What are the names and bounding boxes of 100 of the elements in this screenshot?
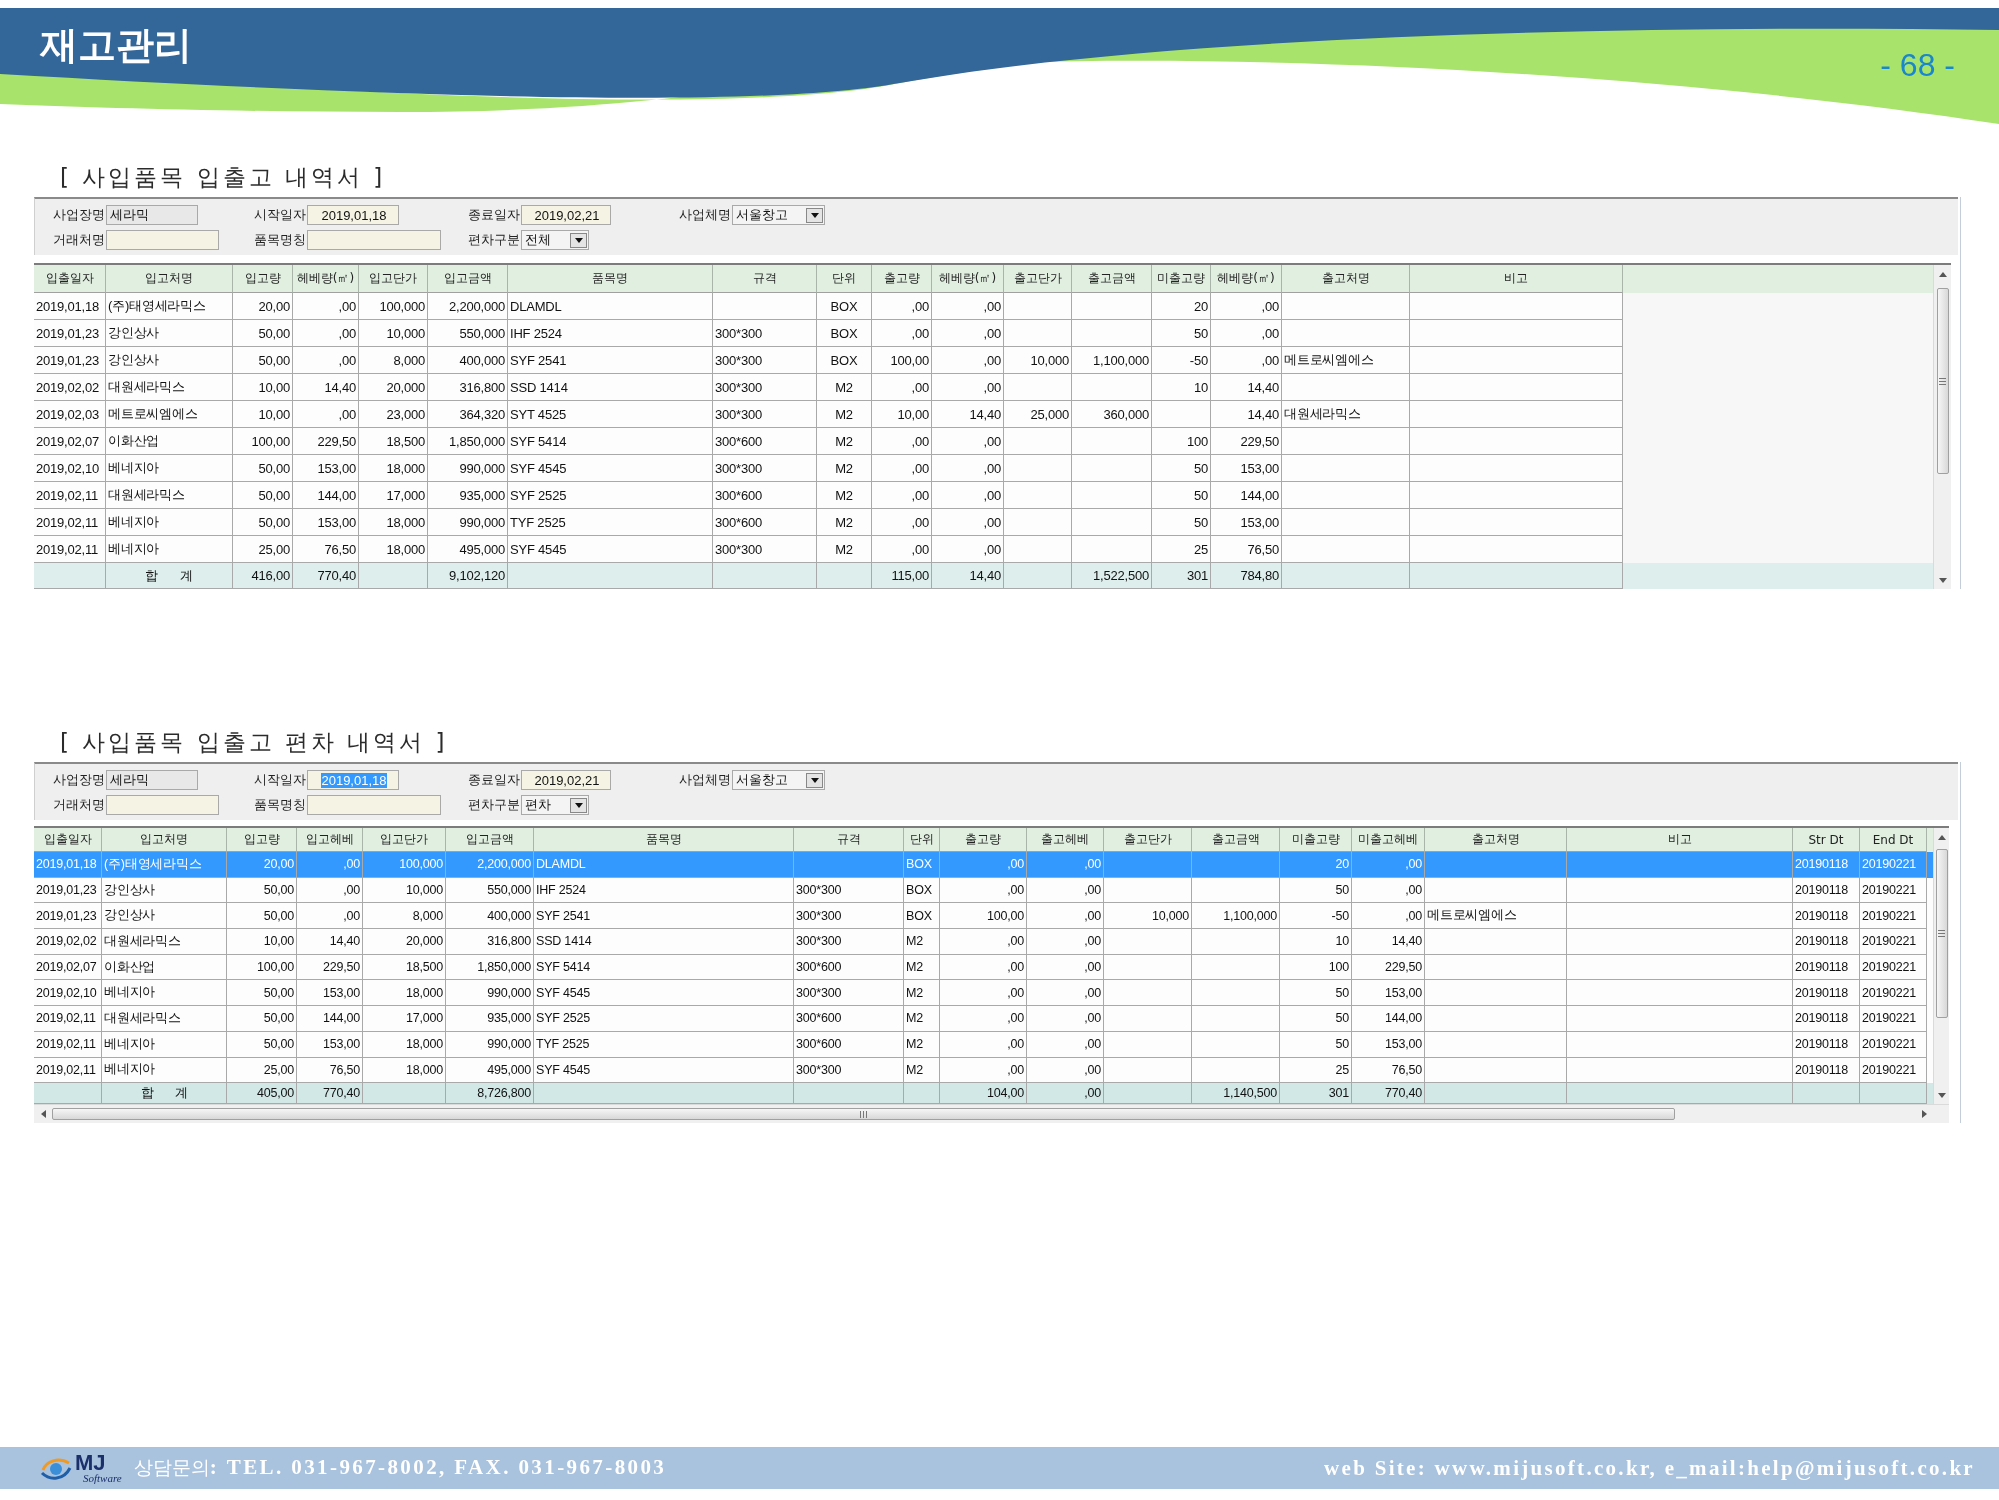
table-cell: 대원세라믹스 (102, 1006, 227, 1032)
table-cell: ,00 (940, 929, 1027, 955)
text-field[interactable] (307, 795, 441, 815)
table-cell: 20 (1280, 852, 1352, 878)
table-row[interactable]: 2019,01,18 (주)태영세라믹스 20,00 ,00 100,000 2,200,000 DLAMDL BOX ,00 ,00 20 ,00 (34, 293, 1933, 320)
table-cell: M2 (904, 929, 940, 955)
dropdown-button[interactable] (806, 207, 823, 223)
page-title: 재고관리 (40, 22, 192, 68)
table-cell: 20190221 (1860, 1006, 1927, 1032)
filter-label: 사업체명 (679, 206, 731, 224)
table-cell: SSD 1414 (534, 929, 794, 955)
table-cell: 2019,02,11 (34, 1031, 102, 1058)
table-cell: 1,522,500 (1072, 563, 1152, 589)
table-cell: 2019,01,18 (34, 852, 102, 878)
table-cell: 20190118 (1793, 852, 1860, 878)
dropdown-button[interactable] (806, 772, 823, 788)
table-cell: 300*600 (794, 1006, 904, 1032)
table-cell: 2,200,000 (446, 852, 534, 878)
table-cell: ,00 (940, 1006, 1027, 1032)
table-cell: 베네지아 (102, 1031, 227, 1058)
table-cell: 20190221 (1860, 852, 1927, 878)
text-field[interactable] (307, 230, 441, 250)
right-arrow-icon[interactable] (1921, 1110, 1927, 1119)
table-cell: 18,000 (363, 1031, 446, 1058)
table-cell: 416,00 (233, 563, 293, 589)
date-field[interactable]: 2019,01,18 (307, 205, 399, 225)
table-cell: ,00 (297, 852, 363, 878)
table-cell: 20,000 (363, 929, 446, 955)
select-field[interactable]: 서울창고 (732, 205, 825, 225)
filter-label: 편차구분 (468, 796, 520, 814)
table-cell: 153,00 (1352, 1031, 1425, 1058)
section-title: [ 사입품목 입출고 내역서 ] (60, 163, 386, 191)
date-field[interactable]: 2019,02,21 (521, 770, 611, 790)
horizontal-scrollbar[interactable] (34, 1104, 1949, 1124)
table-row[interactable]: 2019,01,23 강인상사 50,00 ,00 10,000 550,000 IHF 2524 300*300 BOX ,00 ,00 50 ,00 (34, 320, 1933, 347)
select-field[interactable]: 서울창고 (732, 770, 825, 790)
date-field[interactable]: 2019,02,21 (521, 205, 611, 225)
table-cell: 300*300 (794, 929, 904, 955)
up-arrow-icon[interactable] (1937, 834, 1946, 840)
table-row[interactable]: 2019,02,03 메트로씨엠에스 10,00 ,00 23,000 364,320 SYT 4525 300*300 M2 10,00 14,40 25,000 360,000 14,40 대원세라믹스 (34, 401, 1933, 428)
filter-label: 시작일자 (254, 771, 306, 789)
table-cell: ,00 (1027, 1006, 1104, 1032)
filter-label: 종료일자 (468, 771, 520, 789)
table-cell: 14,40 (297, 929, 363, 955)
grip-icon (1939, 377, 1946, 385)
down-arrow-icon[interactable] (1938, 577, 1947, 583)
caret-down-icon (810, 777, 819, 783)
table-cell: 10 (1280, 929, 1352, 955)
table-row[interactable]: 2019,02,10 베네지아 50,00 153,00 18,000 990,000 SYF 4545 300*300 M2 ,00 ,00 50 153,00 (34, 455, 1933, 482)
table-row[interactable]: 2019,02,11 대원세라믹스 50,00 144,00 17,000 935,000 SYF 2525 300*600 M2 ,00 ,00 50 144,00 (34, 482, 1933, 509)
select-field[interactable]: 전체 (521, 230, 589, 250)
filter-label: 시작일자 (254, 206, 306, 224)
text-field[interactable] (106, 795, 219, 815)
table-cell: SYF 2525 (534, 1006, 794, 1032)
table-cell: 300*600 (794, 1031, 904, 1058)
logo-subtitle: Software (83, 1472, 122, 1484)
select-field[interactable]: 편차 (521, 795, 589, 815)
dropdown-button[interactable] (570, 232, 587, 248)
scrollbar-thumb[interactable] (1936, 288, 1949, 474)
table-cell: 20190118 (1793, 1031, 1860, 1058)
table-row[interactable]: 2019,02,07 이화산업 100,00 229,50 18,500 1,850,000 SYF 5414 300*600 M2 ,00 ,00 100 229,50 (34, 428, 1933, 455)
table-row[interactable]: 2019,02,02 대원세라믹스 10,00 14,40 20,000 316,800 SSD 1414 300*300 M2 ,00 ,00 10 14,40 (34, 374, 1933, 401)
table-cell: M2 (904, 1006, 940, 1032)
vertical-scrollbar[interactable] (1933, 828, 1949, 1105)
table-row[interactable]: 2019,02,11 베네지아 25,00 76,50 18,000 495,000 SYF 4545 300*300 M2 ,00 ,00 25 76,50 (34, 536, 1933, 563)
table-cell: 20,00 (227, 852, 297, 878)
table-cell: 316,800 (446, 929, 534, 955)
table-cell: ,00 (1027, 929, 1104, 955)
table-cell: 144,00 (297, 1006, 363, 1032)
table-cell: DLAMDL (534, 852, 794, 878)
filter-label: 사업장명 (53, 771, 105, 789)
table-cell: 14,40 (932, 563, 1004, 589)
contact-text: 상담문의: TEL. 031-967-8002, FAX. 031-967-8003 (133, 1455, 667, 1481)
dropdown-button[interactable] (570, 797, 587, 813)
left-arrow-icon[interactable] (40, 1110, 46, 1119)
filter-label: 거래처명 (53, 231, 105, 249)
vertical-scrollbar[interactable] (1933, 265, 1951, 589)
table-cell: ,00 (940, 1031, 1027, 1058)
up-arrow-icon[interactable] (1938, 271, 1947, 277)
table-cell: 합 계 (106, 563, 233, 589)
text-field[interactable] (106, 230, 219, 250)
filter-label: 품목명칭 (254, 231, 306, 249)
table-cell: ,00 (940, 852, 1027, 878)
table-cell: 20190221 (1860, 1031, 1927, 1058)
scrollbar-thumb[interactable] (52, 1108, 1675, 1121)
filter-label: 품목명칭 (254, 796, 306, 814)
table-cell: M2 (904, 1031, 940, 1058)
table-cell: 100,000 (363, 852, 446, 878)
table-cell: ,00 (1027, 1031, 1104, 1058)
table-cell: 301 (1152, 563, 1211, 589)
table-row[interactable]: 2019,01,23 강인상사 50,00 ,00 8,000 400,000 SYF 2541 300*300 BOX 100,00 ,00 10,000 1,100,000 -50 ,00 메트로씨엠에스 (34, 347, 1933, 374)
scrollbar-thumb[interactable] (1935, 849, 1948, 1018)
filter-label: 사업장명 (53, 206, 105, 224)
table-cell: TYF 2525 (534, 1031, 794, 1058)
down-arrow-icon[interactable] (1937, 1092, 1946, 1098)
table-cell: 17,000 (363, 1006, 446, 1032)
table-cell: ,00 (1027, 852, 1104, 878)
table-cell: 14,40 (1352, 929, 1425, 955)
filter-label: 편차구분 (468, 231, 520, 249)
table-row[interactable]: 2019,02,11 베네지아 50,00 153,00 18,000 990,000 TYF 2525 300*600 M2 ,00 ,00 50 153,00 (34, 509, 1933, 536)
